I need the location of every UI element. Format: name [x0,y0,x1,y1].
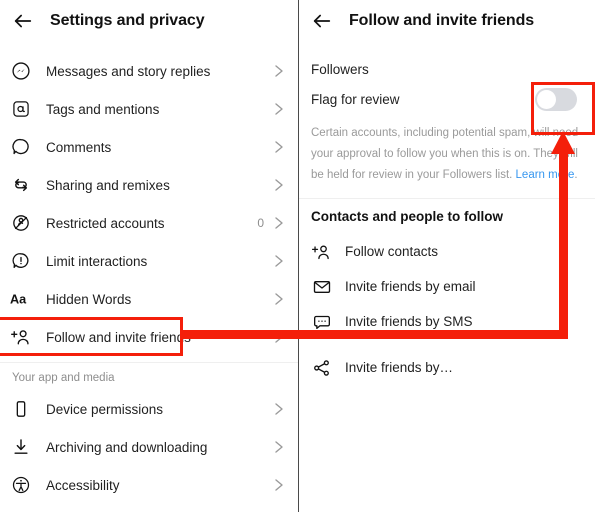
add-person-icon [10,326,32,348]
learn-more-link[interactable]: Learn more [516,169,575,181]
svg-text:Aa: Aa [10,293,27,307]
accessibility-icon [10,474,32,496]
sms-bubble-icon [311,311,332,332]
contact-item-follow-contacts[interactable]: Follow contacts [299,234,595,269]
chevron-right-icon [274,402,284,416]
flag-for-review-label: Flag for review [311,91,400,107]
chevron-right-icon [274,178,284,192]
right-panel-body: Followers Flag for review Certain accoun… [299,52,595,385]
section-heading-contacts-and-people-to-follow: Contacts and people to follow [311,209,503,224]
page-title: Follow and invite friends [349,12,535,29]
flag-for-review-description: Certain accounts, including potential sp… [299,121,595,196]
contact-item-invite-friends-by-sms[interactable]: Invite friends by SMS [299,304,595,339]
toggle-knob [537,89,556,109]
sidebar-item-follow-and-invite-friends[interactable]: Follow and invite friends [0,318,298,356]
sidebar-item-label: Archiving and downloading [46,439,208,455]
device-phone-icon [10,398,32,420]
sidebar-item-label: Accessibility [46,477,120,493]
back-arrow-icon[interactable] [307,6,337,36]
sidebar-item-label: Limit interactions [46,253,148,269]
settings-and-privacy-panel: Settings and privacy Messages and story … [0,0,298,512]
sidebar-item-count: 0 [257,216,264,230]
hidden-words-icon: Aa [10,288,32,310]
sidebar-item-restricted-accounts[interactable]: Restricted accounts 0 [0,204,298,242]
sidebar-item-archiving-and-downloading[interactable]: Archiving and downloading [0,428,298,466]
sidebar-item-messages-and-story-replies[interactable]: Messages and story replies [0,52,298,90]
download-icon [10,436,32,458]
chevron-right-icon [274,64,284,78]
sidebar-item-label: Restricted accounts [46,215,165,231]
chevron-right-icon [274,216,284,230]
settings-list: Messages and story replies Tags and ment… [0,52,298,504]
chevron-right-icon [274,102,284,116]
restricted-icon [10,212,32,234]
envelope-icon [311,276,332,297]
right-panel-header: Follow and invite friends [299,0,595,42]
contact-item-invite-friends-by-other[interactable]: Invite friends by… [299,350,595,385]
chevron-right-icon [274,140,284,154]
at-mention-icon [10,98,32,120]
comment-bubble-icon [10,136,32,158]
messenger-icon [10,60,32,82]
description-text-end: . [574,169,578,181]
chevron-right-icon [274,254,284,268]
sidebar-item-comments[interactable]: Comments [0,128,298,166]
share-remix-icon [10,174,32,196]
sidebar-item-label: Device permissions [46,401,164,417]
sidebar-item-limit-interactions[interactable]: Limit interactions [0,242,298,280]
section-heading-your-app-and-media: Your app and media [12,372,115,384]
limit-interactions-icon [10,250,32,272]
chevron-right-icon [274,292,284,306]
left-panel-header: Settings and privacy [0,0,298,42]
sidebar-item-label: Tags and mentions [46,101,160,117]
sidebar-item-label: Comments [46,139,112,155]
follow-and-invite-friends-panel: Follow and invite friends Followers Flag… [299,0,595,512]
contact-item-label: Invite friends by… [345,360,454,375]
sidebar-item-hidden-words[interactable]: Aa Hidden Words [0,280,298,318]
chevron-right-icon [274,478,284,492]
flag-for-review-row[interactable]: Flag for review [299,77,595,121]
chevron-right-icon [274,440,284,454]
contact-item-label: Follow contacts [345,244,439,259]
contact-item-label: Invite friends by SMS [345,314,473,329]
sidebar-item-label: Sharing and remixes [46,177,170,193]
sidebar-item-label: Messages and story replies [46,63,211,79]
contact-item-label: Invite friends by email [345,279,476,294]
sidebar-item-device-permissions[interactable]: Device permissions [0,390,298,428]
add-person-icon [311,241,332,262]
share-nodes-icon [311,357,332,378]
back-arrow-icon[interactable] [8,6,38,36]
page-title: Settings and privacy [50,12,205,29]
contact-item-invite-friends-by-email[interactable]: Invite friends by email [299,269,595,304]
sidebar-item-label: Hidden Words [46,291,132,307]
sidebar-item-label: Follow and invite friends [46,329,191,345]
sidebar-item-accessibility[interactable]: Accessibility [0,466,298,504]
chevron-right-icon [274,330,284,344]
section-heading-followers: Followers [311,62,369,77]
flag-for-review-toggle[interactable] [535,87,577,111]
sidebar-item-tags-and-mentions[interactable]: Tags and mentions [0,90,298,128]
sidebar-item-sharing-and-remixes[interactable]: Sharing and remixes [0,166,298,204]
